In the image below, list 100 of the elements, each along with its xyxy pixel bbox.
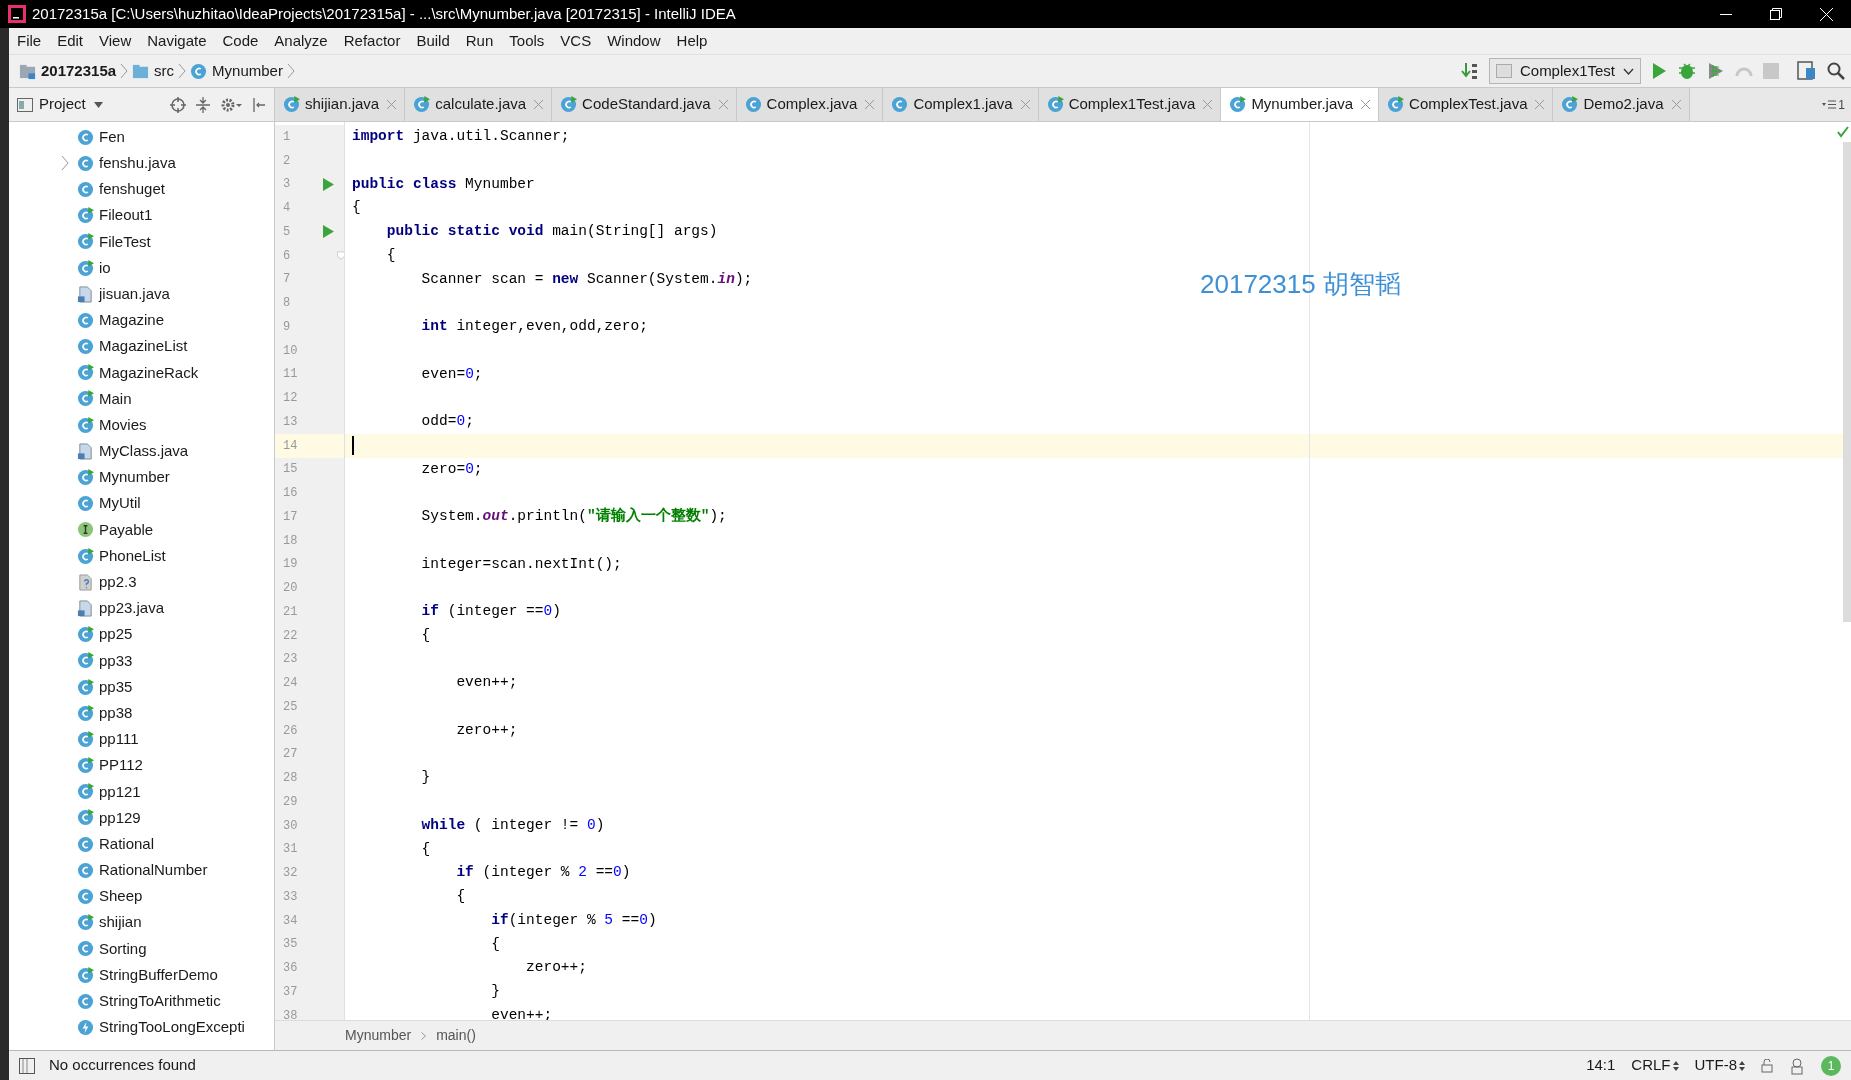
menu-item[interactable]: Build	[408, 28, 458, 54]
breadcrumb-item[interactable]: main()	[436, 1025, 476, 1046]
close-icon[interactable]	[1203, 100, 1213, 109]
tree-item[interactable]: pp38	[77, 701, 133, 725]
menu-item[interactable]: Window	[599, 28, 669, 54]
project-structure-icon[interactable]	[1797, 61, 1817, 81]
line-number: 10	[282, 342, 299, 360]
menu-item[interactable]: Help	[668, 28, 716, 54]
close-icon[interactable]	[1020, 100, 1030, 109]
editor-tab[interactable]: Mynumber.java	[1221, 88, 1380, 121]
tree-item[interactable]: Magazine	[77, 309, 165, 332]
tree-item[interactable]: MagazineList	[77, 335, 188, 358]
close-icon[interactable]	[1361, 100, 1371, 109]
line-number: 23	[282, 651, 299, 669]
menu-item[interactable]: Navigate	[139, 28, 215, 54]
collapse-icon[interactable]	[196, 96, 210, 113]
tree-item[interactable]: pp35	[77, 675, 133, 699]
line-number: 8	[282, 295, 292, 313]
tree-item[interactable]: StringTooLongExcepti	[77, 1016, 245, 1039]
menu-item[interactable]: Run	[457, 28, 502, 54]
scrollbar[interactable]	[1843, 142, 1851, 622]
tree-item[interactable]: Sorting	[77, 937, 147, 961]
search-icon[interactable]	[1827, 62, 1845, 80]
tree-item[interactable]: FileTest	[77, 230, 151, 254]
tree-item[interactable]: PP112	[77, 754, 143, 777]
menu-item[interactable]: Analyze	[266, 28, 336, 54]
settings-icon[interactable]	[220, 96, 242, 113]
close-icon[interactable]	[1535, 100, 1545, 109]
tree-item[interactable]: jisuan.java	[77, 282, 170, 306]
encoding-selector[interactable]: UTF-8	[1694, 1054, 1745, 1077]
editor-tab[interactable]: Demo2.java	[1553, 88, 1690, 121]
tab-overflow-button[interactable]: 1	[1822, 95, 1845, 114]
close-icon[interactable]	[387, 100, 397, 109]
tree-item[interactable]: Sheep	[77, 885, 143, 908]
tree-item[interactable]: Mynumber	[77, 466, 170, 489]
tree-item[interactable]: pp33	[77, 649, 133, 673]
close-icon[interactable]	[534, 100, 544, 109]
tree-item[interactable]: pp23.java	[77, 597, 165, 620]
panel-toggle-icon[interactable]	[19, 1057, 35, 1074]
menu-item[interactable]: Code	[214, 28, 267, 54]
run-gutter-icon[interactable]	[322, 225, 334, 239]
crosshair-icon[interactable]	[170, 96, 186, 113]
editor-tab[interactable]: Complex1Test.java	[1038, 88, 1222, 121]
tree-item[interactable]: Main	[77, 387, 132, 411]
sort-binary-icon[interactable]	[1460, 62, 1479, 80]
line-number: 17	[282, 508, 299, 526]
lock-icon[interactable]	[1761, 1058, 1773, 1073]
tree-item[interactable]: Fileout1	[77, 204, 153, 227]
close-icon[interactable]	[718, 100, 728, 109]
tree-item[interactable]: MyClass.java	[77, 440, 189, 463]
close-icon[interactable]	[1671, 100, 1681, 109]
editor-tab[interactable]: CodeStandard.java	[552, 88, 737, 121]
tree-item[interactable]: Movies	[77, 413, 147, 437]
editor-tab[interactable]: ComplexTest.java	[1379, 88, 1554, 121]
menu-item[interactable]: Refactor	[335, 28, 409, 54]
bug-icon[interactable]	[1677, 62, 1697, 80]
tree-item[interactable]: pp121	[77, 780, 141, 804]
tree-item[interactable]: pp25	[77, 623, 133, 646]
tree-item[interactable]: PhoneList	[77, 544, 166, 568]
cursor-position[interactable]: 14:1	[1586, 1054, 1616, 1077]
breadcrumb-item[interactable]: Mynumber	[190, 59, 283, 83]
menu-item[interactable]: View	[91, 28, 140, 54]
run-icon[interactable]	[1651, 62, 1667, 80]
tree-item[interactable]: pp111	[77, 728, 139, 751]
breadcrumb-item[interactable]: 20172315a	[19, 59, 117, 83]
tree-item[interactable]: shijian	[77, 911, 142, 934]
tree-item[interactable]: MagazineRack	[77, 361, 199, 385]
tree-item[interactable]: Payable	[77, 518, 154, 542]
inspector-icon[interactable]	[1789, 1056, 1805, 1075]
tree-item[interactable]: MyUtil	[77, 492, 141, 515]
runnable-class-icon	[77, 469, 94, 487]
tree-item[interactable]: StringBufferDemo	[77, 963, 218, 987]
run-gutter-icon[interactable]	[322, 177, 334, 191]
menu-item[interactable]: VCS	[552, 28, 600, 54]
line-number: 9	[282, 318, 292, 336]
tree-item[interactable]: fenshu.java	[77, 152, 176, 175]
tree-item[interactable]: fenshuget	[77, 178, 165, 201]
close-icon[interactable]	[865, 100, 875, 109]
coverage-icon[interactable]	[1707, 62, 1725, 80]
editor-tab[interactable]: shijian.java	[275, 88, 406, 121]
tree-item[interactable]: pp2.3	[77, 571, 137, 594]
breadcrumb-item[interactable]: Mynumber	[345, 1025, 412, 1046]
hide-panel-icon[interactable]	[252, 96, 266, 113]
project-view-dropdown[interactable]: Project	[39, 93, 103, 116]
tree-item[interactable]: Fen	[77, 125, 125, 149]
fold-marker-icon[interactable]	[337, 250, 345, 262]
tree-item[interactable]: io	[77, 256, 111, 280]
editor-tab[interactable]: Complex.java	[736, 88, 884, 121]
tree-item[interactable]: Rational	[77, 832, 155, 856]
menu-item[interactable]: File	[9, 28, 50, 54]
tree-item[interactable]: RationalNumber	[77, 859, 208, 882]
editor-tab[interactable]: Complex1.java	[883, 88, 1039, 121]
editor-tab[interactable]: calculate.java	[405, 88, 553, 121]
tree-item[interactable]: pp129	[77, 806, 141, 830]
tree-item[interactable]: StringToArithmetic	[77, 990, 221, 1013]
breadcrumb-item[interactable]: src	[132, 59, 175, 83]
menu-item[interactable]: Edit	[49, 28, 92, 54]
line-separator-selector[interactable]: CRLF	[1631, 1054, 1679, 1077]
run-config-dropdown[interactable]: Complex1Test	[1488, 58, 1641, 84]
menu-item[interactable]: Tools	[501, 28, 553, 54]
